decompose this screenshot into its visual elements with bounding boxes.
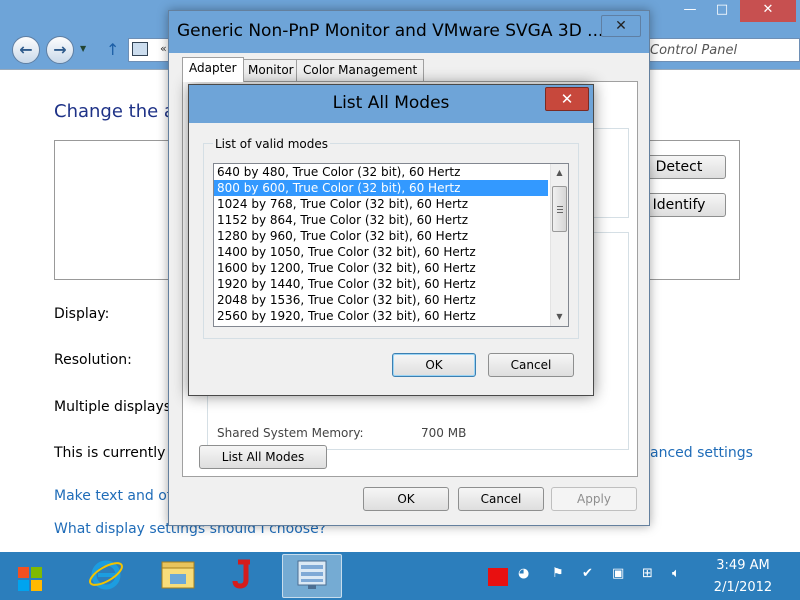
list-all-modes-button[interactable]: List All Modes — [199, 445, 327, 469]
tab-monitor[interactable]: Monitor — [241, 59, 301, 81]
scroll-grip-line — [557, 212, 563, 213]
list-all-modes-dialog: List All Modes ✕ List of valid modes 640… — [188, 84, 594, 396]
modes-cancel-button[interactable]: Cancel — [488, 353, 574, 377]
apply-button[interactable]: Apply — [551, 487, 637, 511]
windows-flag-icon — [31, 567, 42, 578]
modes-ok-button[interactable]: OK — [392, 353, 476, 377]
control-panel-icon — [297, 560, 327, 589]
shared-memory-label: Shared System Memory: — [217, 426, 364, 440]
up-arrow-icon[interactable]: ↑ — [106, 40, 119, 59]
start-button[interactable] — [10, 558, 50, 596]
mode-list-item[interactable]: 1920 by 1440, True Color (32 bit), 60 He… — [214, 276, 548, 292]
resolution-label: Resolution: — [54, 352, 132, 368]
tab-color-management[interactable]: Color Management — [296, 59, 425, 81]
modes-client-area: List of valid modes 640 by 480, True Col… — [197, 123, 587, 389]
mode-list-item[interactable]: 2560 by 1920, True Color (32 bit), 60 He… — [214, 308, 548, 324]
control-panel-small-icon — [132, 42, 148, 56]
forward-arrow-icon[interactable]: → — [46, 36, 74, 64]
volume-speaker-icon[interactable]: 🔈︎ — [672, 566, 680, 581]
checkmark-tray-icon[interactable]: ✔ — [582, 566, 593, 581]
clock-date[interactable]: 2/1/2012 — [708, 580, 778, 595]
current-display-text: This is currently yo — [54, 445, 187, 461]
scroll-down-arrow-icon[interactable]: ▼ — [551, 308, 568, 325]
properties-ok-button[interactable]: OK — [363, 487, 449, 511]
scroll-up-arrow-icon[interactable]: ▲ — [551, 164, 568, 181]
windows-flag-icon — [31, 580, 42, 591]
network-tray-icon[interactable]: ⊞ — [642, 566, 653, 581]
modes-vertical-scrollbar[interactable]: ▲ ▼ — [550, 164, 568, 326]
taskbar: ◕ ⚑ ✔ ▣ ⊞ 🔈︎ — [0, 552, 800, 600]
input-indicator-icon[interactable]: ▣ — [612, 566, 624, 581]
properties-dialog-title: Generic Non-PnP Monitor and VMware SVGA … — [177, 21, 604, 41]
mode-list-item[interactable]: 1152 by 864, True Color (32 bit), 60 Her… — [214, 212, 548, 228]
j-letter-icon — [232, 559, 250, 589]
modes-list: 640 by 480, True Color (32 bit), 60 Hert… — [214, 164, 548, 324]
mode-list-item[interactable]: 2048 by 1536, True Color (32 bit), 60 He… — [214, 292, 548, 308]
taskbar-control-panel[interactable] — [282, 554, 342, 598]
taskbar-internet-explorer[interactable] — [76, 554, 136, 598]
ie-icon — [89, 560, 123, 590]
multiple-displays-label: Multiple displays: — [54, 399, 176, 415]
modes-close-icon[interactable]: ✕ — [545, 87, 589, 111]
address-chevron[interactable]: « — [160, 42, 167, 55]
page-title: Change the a — [54, 101, 175, 122]
display-label: Display: — [54, 306, 110, 322]
taskbar-j-app[interactable] — [212, 554, 272, 598]
modes-dialog-title: List All Modes — [332, 93, 450, 113]
shared-memory-value: 700 MB — [421, 426, 467, 440]
properties-cancel-button[interactable]: Cancel — [458, 487, 544, 511]
back-arrow-icon[interactable]: ← — [12, 36, 40, 64]
mode-list-item[interactable]: 800 by 600, True Color (32 bit), 60 Hert… — [214, 180, 548, 196]
windows-flag-icon — [18, 580, 29, 591]
address-breadcrumb-control-panel[interactable]: Control Panel — [650, 43, 737, 58]
mode-list-item[interactable]: 1280 by 960, True Color (32 bit), 60 Her… — [214, 228, 548, 244]
clock-time[interactable]: 3:49 AM — [712, 558, 774, 573]
scroll-grip-line — [557, 209, 563, 210]
taskbar-file-explorer[interactable] — [148, 554, 208, 598]
properties-close-icon[interactable]: ✕ — [601, 15, 641, 37]
scroll-grip-line — [557, 206, 563, 207]
folder-icon — [161, 561, 195, 589]
windows-flag-icon — [18, 567, 29, 578]
mode-list-item[interactable]: 1024 by 768, True Color (32 bit), 60 Her… — [214, 196, 548, 212]
valid-modes-group-label: List of valid modes — [213, 137, 331, 151]
scroll-thumb[interactable] — [552, 186, 567, 232]
modes-listbox[interactable]: 640 by 480, True Color (32 bit), 60 Hert… — [213, 163, 569, 327]
mode-list-item[interactable]: 1600 by 1200, True Color (32 bit), 60 He… — [214, 260, 548, 276]
make-text-larger-link[interactable]: Make text and oth — [54, 488, 181, 504]
action-center-flag-icon[interactable]: ⚑ — [552, 566, 564, 581]
close-button[interactable]: ✕ — [740, 0, 796, 22]
red-square-tray-icon[interactable] — [488, 568, 508, 586]
network-globe-tray-icon[interactable]: ◕ — [518, 566, 529, 581]
tab-adapter[interactable]: Adapter — [182, 57, 244, 82]
recent-pages-dropdown-icon[interactable]: ▼ — [80, 44, 86, 53]
mode-list-item[interactable]: 640 by 480, True Color (32 bit), 60 Hert… — [214, 164, 548, 180]
minimize-button[interactable]: — — [676, 0, 704, 22]
maximize-button[interactable]: □ — [708, 0, 736, 22]
mode-list-item[interactable]: 1400 by 1050, True Color (32 bit), 60 He… — [214, 244, 548, 260]
advanced-settings-link[interactable]: anced settings — [650, 445, 753, 461]
